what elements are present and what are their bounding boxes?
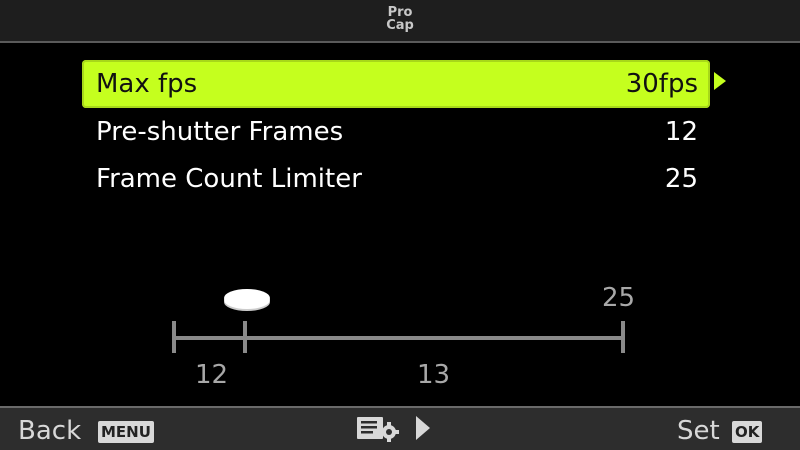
submenu-arrow-icon[interactable] — [714, 72, 726, 90]
menu-item-frame-count-limiter[interactable]: Frame Count Limiter 25 — [82, 155, 710, 203]
menu-item-pre-shutter-frames[interactable]: Pre-shutter Frames 12 — [82, 108, 710, 156]
menu-item-value: 12 — [664, 117, 698, 147]
menu-item-label: Pre-shutter Frames — [96, 117, 344, 147]
ok-button-badge[interactable]: OK — [732, 421, 763, 443]
menu-settings-icon[interactable] — [356, 414, 402, 442]
menu-item-max-fps[interactable]: Max fps 30fps — [82, 60, 710, 108]
scale-line — [174, 336, 624, 340]
menu-item-label: Frame Count Limiter — [96, 164, 362, 194]
scale-pre-frames-label: 12 — [195, 360, 229, 390]
scale-post-frames-label: 13 — [417, 360, 451, 390]
next-page-arrow-icon[interactable] — [416, 416, 430, 440]
menu-item-value: 25 — [664, 164, 698, 194]
scale-shutter-tick — [243, 321, 247, 353]
scale-total-label: 25 — [602, 283, 636, 313]
scale-end-tick — [621, 321, 625, 353]
menu-item-label: Max fps — [96, 69, 198, 99]
screen-title-line2: Cap — [386, 18, 414, 33]
screen-title: Pro Cap — [0, 6, 800, 32]
scale-start-tick — [172, 321, 176, 353]
set-label[interactable]: Set — [677, 416, 720, 446]
menu-button-badge[interactable]: MENU — [98, 421, 154, 443]
shutter-release-icon — [224, 291, 270, 309]
menu-item-value: 30fps — [625, 69, 698, 99]
back-label[interactable]: Back — [18, 416, 81, 446]
title-bar: Pro Cap — [0, 0, 800, 43]
